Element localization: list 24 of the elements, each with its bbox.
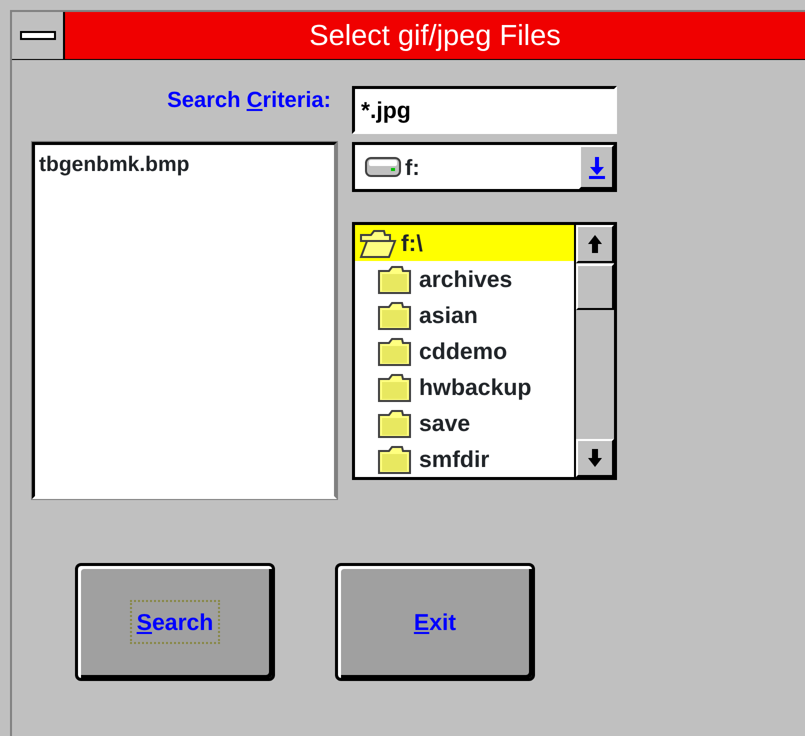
directory-list[interactable]: f:\ archives asian cddemo hwbackup save smfdir [352, 222, 617, 480]
search-criteria-label: Search Criteria: [166, 86, 332, 114]
drive-value: f: [405, 154, 420, 182]
scrollbar-thumb[interactable] [576, 264, 614, 310]
window-title: Select gif/jpeg Files [308, 19, 562, 54]
folder-label[interactable]: smfdir [419, 442, 490, 476]
up-arrow-icon [587, 234, 603, 254]
scroll-up-button[interactable] [576, 225, 614, 263]
scroll-down-button[interactable] [576, 439, 614, 477]
scrollbar[interactable] [574, 225, 614, 477]
drive-dropdown[interactable]: f: [352, 142, 617, 192]
folder-label[interactable]: archives [419, 262, 512, 296]
system-menu-icon[interactable] [20, 31, 56, 40]
folder-label[interactable]: f:\ [401, 226, 423, 260]
folder-label[interactable]: save [419, 406, 470, 440]
down-arrow-icon [587, 448, 603, 468]
folder-label[interactable]: asian [419, 298, 478, 332]
folder-label[interactable]: hwbackup [419, 370, 532, 404]
search-criteria-field[interactable]: *.jpg [352, 86, 617, 134]
dropdown-arrow-icon [588, 155, 606, 179]
drive-icon [365, 156, 401, 178]
file-list[interactable]: tbgenbmk.bmp [32, 142, 337, 499]
folder-label[interactable]: cddemo [419, 334, 508, 368]
file-item[interactable]: tbgenbmk.bmp [39, 149, 190, 180]
